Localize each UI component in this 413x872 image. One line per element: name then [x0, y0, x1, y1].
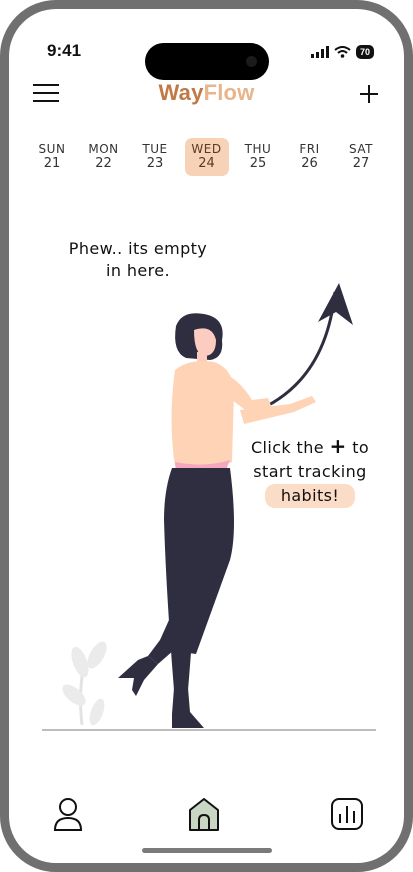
- home-indicator: [142, 848, 272, 853]
- bottom-tab-bar: [0, 790, 413, 840]
- stats-icon[interactable]: [329, 796, 365, 832]
- woman-figure: [118, 313, 316, 728]
- plant-icon: [62, 641, 107, 726]
- ground-line: [42, 729, 376, 731]
- arrow-icon: [245, 283, 353, 417]
- profile-icon[interactable]: [50, 796, 86, 832]
- home-icon[interactable]: [186, 796, 222, 832]
- habits-pill: habits!: [264, 484, 356, 508]
- hint-plus: +: [329, 434, 347, 458]
- add-habit-hint: Click the + to start tracking habits!: [245, 434, 375, 508]
